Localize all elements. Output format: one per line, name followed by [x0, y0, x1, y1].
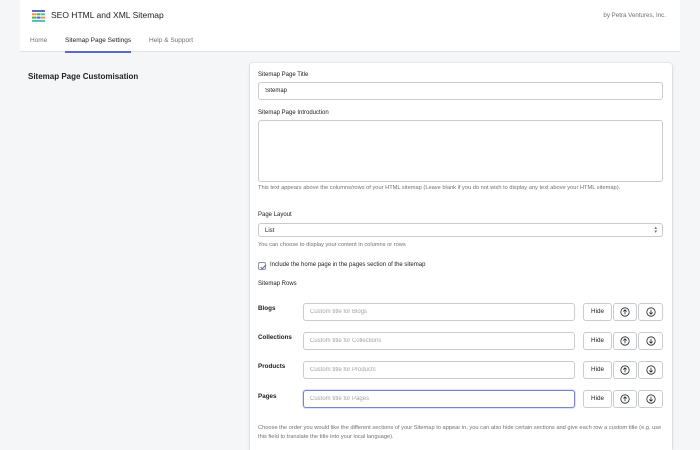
row-label-blogs: Blogs: [258, 305, 276, 312]
tab-help-support[interactable]: Help & Support: [149, 30, 193, 52]
custom-title-input-products[interactable]: [303, 361, 575, 379]
arrow-up-circle-icon: [620, 394, 630, 404]
custom-title-input-collections[interactable]: [303, 332, 575, 350]
move-up-button-collections[interactable]: [613, 332, 637, 350]
company-name: by Petra Ventures, Inc.: [603, 11, 666, 19]
include-homepage-label: Include the home page in the pages secti…: [270, 262, 426, 268]
include-homepage-checkbox[interactable]: [258, 262, 266, 270]
rows-help-text: Choose the order you would like the diff…: [258, 425, 662, 440]
app-title: SEO HTML and XML Sitemap: [51, 10, 164, 20]
hide-button-products[interactable]: Hide: [583, 361, 612, 379]
arrow-down-circle-icon: [645, 365, 656, 375]
arrow-up-circle-icon: [620, 365, 630, 375]
app-brand: SEO HTML and XML Sitemap: [20, 9, 164, 22]
move-up-button-blogs[interactable]: [613, 303, 637, 321]
move-up-button-pages[interactable]: [613, 390, 637, 408]
sitemap-rows-label: Sitemap Rows: [258, 281, 297, 287]
arrow-up-circle-icon: [620, 336, 630, 346]
app-header: SEO HTML and XML Sitemap by Petra Ventur…: [20, 0, 680, 30]
section-title: Sitemap Page Customisation: [28, 72, 139, 81]
custom-title-input-pages[interactable]: [303, 390, 575, 408]
intro-field-label: Sitemap Page Introduction: [258, 110, 329, 116]
sitemap-title-input[interactable]: [258, 82, 663, 100]
custom-title-input-blogs[interactable]: [303, 303, 575, 321]
hide-button-pages[interactable]: Hide: [583, 390, 612, 408]
row-label-collections: Collections: [258, 334, 292, 341]
arrow-up-circle-icon: [620, 307, 630, 317]
intro-help-text: This text appears above the columns/rows…: [258, 185, 621, 191]
hide-button-collections[interactable]: Hide: [583, 332, 612, 350]
tab-sitemap-page-settings[interactable]: Sitemap Page Settings: [65, 30, 132, 53]
row-label-pages: Pages: [258, 393, 277, 400]
move-down-button-products[interactable]: [638, 361, 663, 379]
page-layout-value: List: [258, 223, 663, 237]
arrow-down-circle-icon: [645, 307, 656, 317]
arrow-down-circle-icon: [645, 394, 656, 404]
move-down-button-pages[interactable]: [638, 390, 663, 408]
arrow-down-circle-icon: [645, 336, 656, 346]
sitemap-intro-textarea[interactable]: [258, 120, 663, 182]
title-field-label: Sitemap Page Title: [258, 72, 309, 78]
hide-button-blogs[interactable]: Hide: [583, 303, 612, 321]
layout-help-text: You can choose to display your content i…: [258, 242, 406, 248]
select-chevrons-icon: ▴ ▾: [654, 225, 657, 235]
move-up-button-products[interactable]: [613, 361, 637, 379]
checkmark-icon: [260, 264, 266, 270]
layout-field-label: Page Layout: [258, 212, 292, 218]
row-label-products: Products: [258, 363, 286, 370]
move-down-button-collections[interactable]: [638, 332, 663, 350]
bar-chart-logo-icon: [32, 9, 45, 22]
page-layout-select[interactable]: List ▴ ▾: [258, 223, 663, 237]
nav-tabs: Home Sitemap Page Settings Help & Suppor…: [20, 30, 680, 53]
tab-home[interactable]: Home: [30, 30, 47, 52]
move-down-button-blogs[interactable]: [638, 303, 663, 321]
